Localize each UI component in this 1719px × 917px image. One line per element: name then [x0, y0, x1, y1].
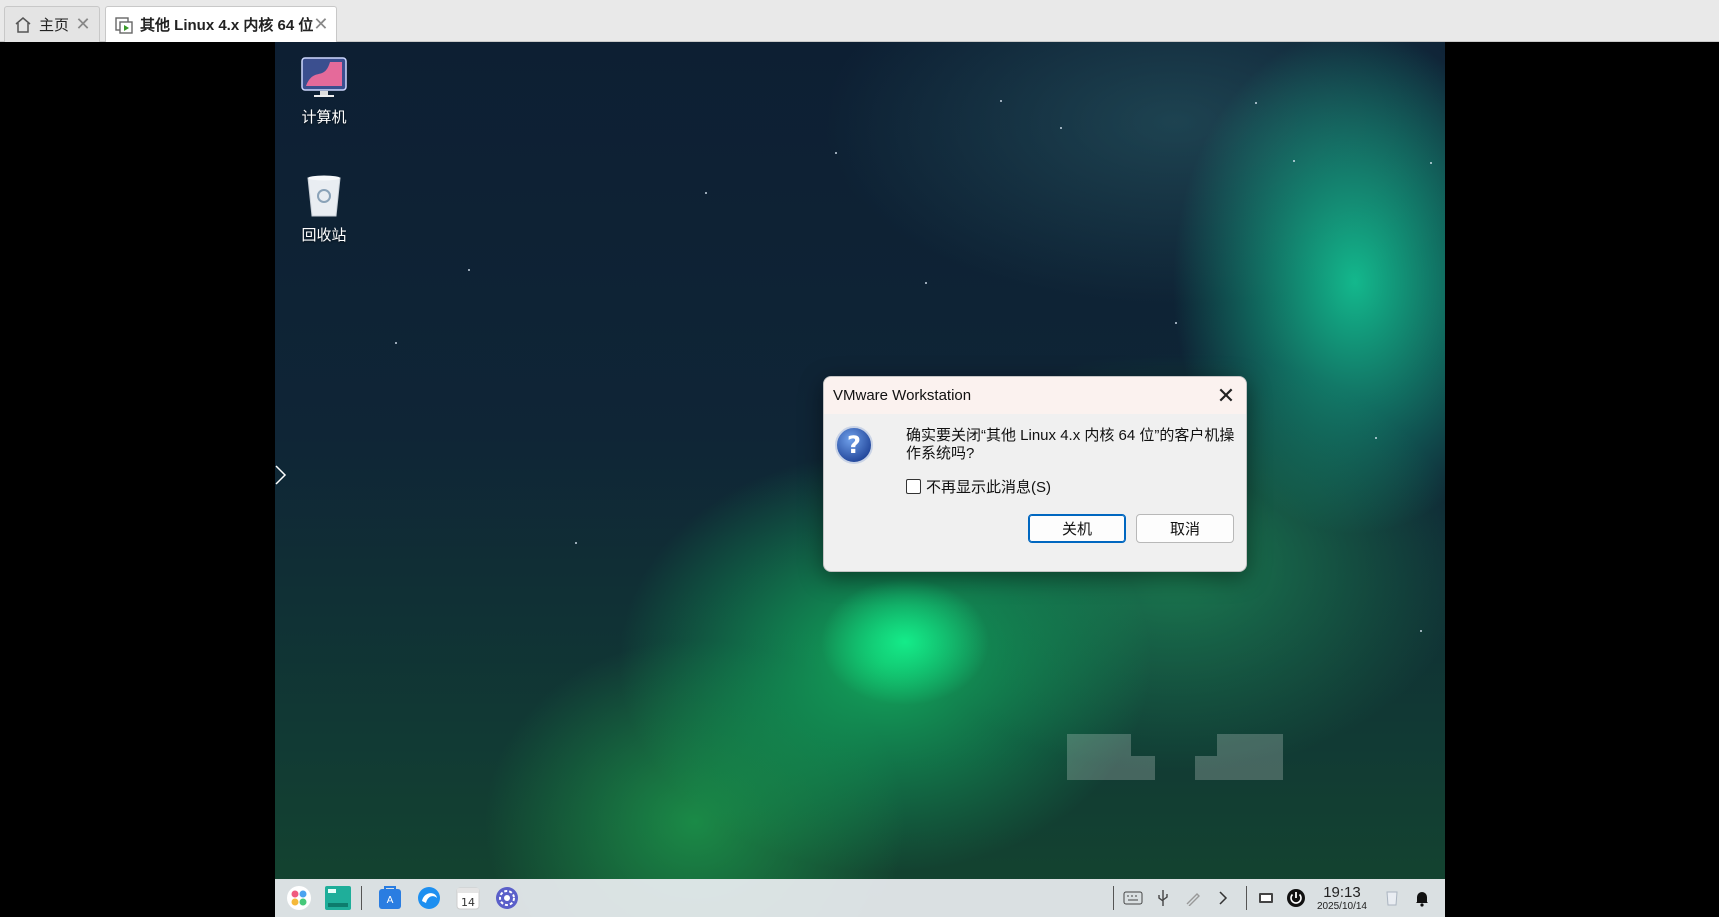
clock-date: 2025/10/14: [1316, 900, 1367, 912]
star: [575, 542, 577, 544]
clock-time: 19:13: [1323, 883, 1361, 901]
tab-home-label: 主页: [39, 17, 70, 34]
dialog-close-button[interactable]: ✕: [1206, 377, 1246, 414]
notification-bell-icon[interactable]: [1409, 885, 1435, 911]
vmware-tab-bar: 主页 ✕ 其他 Linux 4.x 内核 64 位 ✕: [0, 0, 1719, 42]
cancel-button[interactable]: 取消: [1136, 514, 1234, 543]
dont-show-again-checkbox[interactable]: 不再显示此消息(S): [906, 476, 1051, 497]
wallpaper-decoration: [1195, 734, 1283, 780]
vm-running-icon: [114, 15, 134, 35]
guest-taskbar: A 14 19:13 2025/10/14: [275, 879, 1445, 917]
tray-separator: [1112, 886, 1114, 910]
dialog-body: ? 确实要关闭“其他 Linux 4.x 内核 64 位”的客户机操作系统吗? …: [824, 414, 1246, 571]
home-icon: [13, 15, 33, 35]
recycle-bin-icon: [307, 175, 341, 217]
taskbar-separator: [361, 886, 362, 910]
app-store-button[interactable]: A: [375, 883, 405, 913]
chevron-right-icon[interactable]: [1210, 885, 1236, 911]
tab-home[interactable]: 主页 ✕: [4, 6, 100, 42]
star: [395, 342, 397, 344]
tab-home-close-button[interactable]: ✕: [75, 14, 91, 35]
tray-separator: [1245, 886, 1247, 910]
keyboard-icon[interactable]: [1120, 885, 1146, 911]
star: [1293, 160, 1295, 162]
dialog-message: 确实要关闭“其他 Linux 4.x 内核 64 位”的客户机操作系统吗?: [906, 427, 1235, 462]
file-manager-icon: [325, 886, 351, 910]
usb-icon[interactable]: [1150, 885, 1176, 911]
shutdown-button[interactable]: 关机: [1028, 514, 1126, 543]
shutdown-confirm-dialog: VMware Workstation ✕ ? 确实要关闭“其他 Linux 4.…: [823, 376, 1247, 572]
checkbox-label[interactable]: 不再显示此消息(S): [926, 476, 1051, 497]
tab-vm[interactable]: 其他 Linux 4.x 内核 64 位 ✕: [105, 6, 337, 42]
computer-icon: [301, 57, 347, 97]
desktop-icon-recycle-bin[interactable]: 回收站: [289, 174, 359, 245]
star: [1000, 100, 1002, 102]
svg-text:?: ?: [847, 431, 861, 459]
star: [1420, 630, 1422, 632]
settings-icon: [496, 887, 518, 909]
dialog-title-bar: VMware Workstation ✕: [824, 377, 1246, 414]
calendar-button[interactable]: 14: [453, 883, 483, 913]
launcher-icon: [287, 886, 311, 910]
question-icon: ?: [835, 426, 873, 464]
settings-button[interactable]: [492, 883, 522, 913]
app-store-icon: A: [379, 886, 401, 909]
star: [835, 152, 837, 154]
star: [1430, 162, 1432, 164]
vm-guest-screen[interactable]: 计算机 回收站 VMware Workstation ✕ ? 确实要关闭“其他 …: [275, 42, 1445, 917]
browser-button[interactable]: [414, 883, 444, 913]
checkbox-box[interactable]: [906, 479, 921, 494]
dialog-title: VMware Workstation: [833, 387, 972, 404]
desktop-icon-label: 计算机: [301, 109, 347, 126]
wallpaper-decoration: [1067, 734, 1155, 780]
star: [705, 192, 707, 194]
star: [1175, 322, 1177, 324]
launcher-button[interactable]: [284, 883, 314, 913]
tab-vm-label: 其他 Linux 4.x 内核 64 位: [140, 17, 314, 34]
star: [1375, 437, 1377, 439]
desktop-icon-computer[interactable]: 计算机: [289, 56, 359, 127]
clock[interactable]: 19:13 2025/10/14: [1317, 885, 1367, 912]
input-method-icon[interactable]: [1253, 885, 1279, 911]
svg-text:A: A: [387, 895, 394, 906]
star: [468, 269, 470, 271]
side-panel-handle-icon[interactable]: [275, 464, 287, 486]
pen-icon[interactable]: [1180, 885, 1206, 911]
calendar-day: 14: [461, 896, 475, 909]
power-icon[interactable]: [1283, 885, 1309, 911]
star: [925, 282, 927, 284]
star: [1255, 102, 1257, 104]
browser-icon: [418, 887, 440, 909]
tab-vm-close-button[interactable]: ✕: [313, 14, 328, 35]
desktop-icon-label: 回收站: [301, 227, 347, 244]
calendar-icon: 14: [456, 887, 480, 910]
system-tray: 19:13 2025/10/14: [1105, 879, 1445, 917]
file-manager-button[interactable]: [323, 883, 353, 913]
trash-tray-icon[interactable]: [1379, 885, 1405, 911]
star: [1060, 127, 1062, 129]
